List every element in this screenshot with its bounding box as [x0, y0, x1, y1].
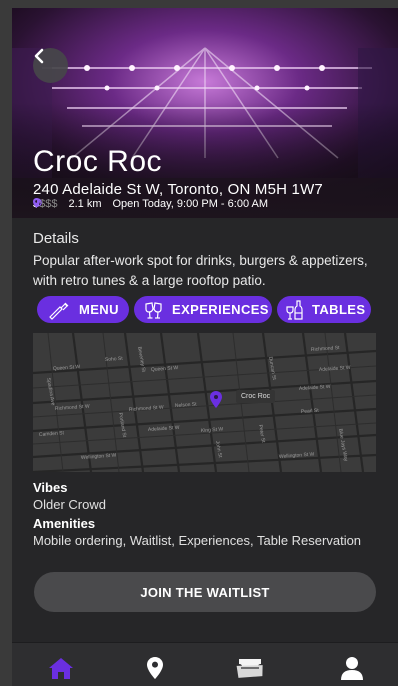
svg-text:Pearl St: Pearl St: [301, 408, 320, 415]
nav-home[interactable]: [46, 653, 76, 683]
venue-meta: $$$$ 2.1 km Open Today, 9:00 PM - 6:00 A…: [33, 198, 268, 210]
tickets-icon: [236, 659, 263, 678]
venue-distance: 2.1 km: [68, 198, 102, 210]
profile-icon: [341, 657, 363, 680]
nav-tickets[interactable]: [235, 653, 265, 683]
chevron-left-icon: [34, 48, 44, 64]
amenities-heading: Amenities: [33, 516, 96, 531]
svg-text:Soho St: Soho St: [105, 356, 124, 363]
cheers-icon: [144, 300, 164, 320]
bottle-icon: [47, 300, 71, 320]
venue-address: 240 Adelaide St W, Toronto, ON M5H 1W7: [33, 181, 323, 198]
back-button[interactable]: [33, 48, 68, 83]
details-heading: Details: [33, 230, 79, 247]
wine-bottle-icon: [286, 299, 304, 320]
location-icon: [147, 657, 163, 679]
amenities-value: Mobile ordering, Waitlist, Experiences, …: [33, 533, 362, 548]
map-pin-label: Croc Roc: [236, 390, 276, 403]
nav-profile[interactable]: [337, 653, 367, 683]
venue-hours: Open Today, 9:00 PM - 6:00 AM: [112, 198, 269, 210]
join-waitlist-button[interactable]: JOIN THE WAITLIST: [34, 572, 376, 612]
venue-description: Popular after-work spot for drinks, burg…: [33, 253, 368, 288]
venue-map[interactable]: Queen St W Queen St W Richmond St W Adel…: [33, 333, 376, 472]
venue-name: Croc Roc: [33, 145, 163, 178]
venue-hero-image: Croc Roc 240 Adelaide St W, Toronto, ON …: [12, 8, 398, 218]
experiences-button[interactable]: EXPERIENCES: [134, 296, 272, 323]
tables-button[interactable]: TABLES: [277, 296, 371, 323]
bottom-navigation: [12, 642, 398, 686]
nav-location[interactable]: [140, 653, 170, 683]
menu-button[interactable]: MENU: [37, 296, 129, 323]
home-icon: [49, 658, 73, 679]
vibes-value: Older Crowd: [33, 497, 106, 512]
venue-screen: Croc Roc 240 Adelaide St W, Toronto, ON …: [12, 8, 398, 686]
vibes-heading: Vibes: [33, 480, 68, 495]
